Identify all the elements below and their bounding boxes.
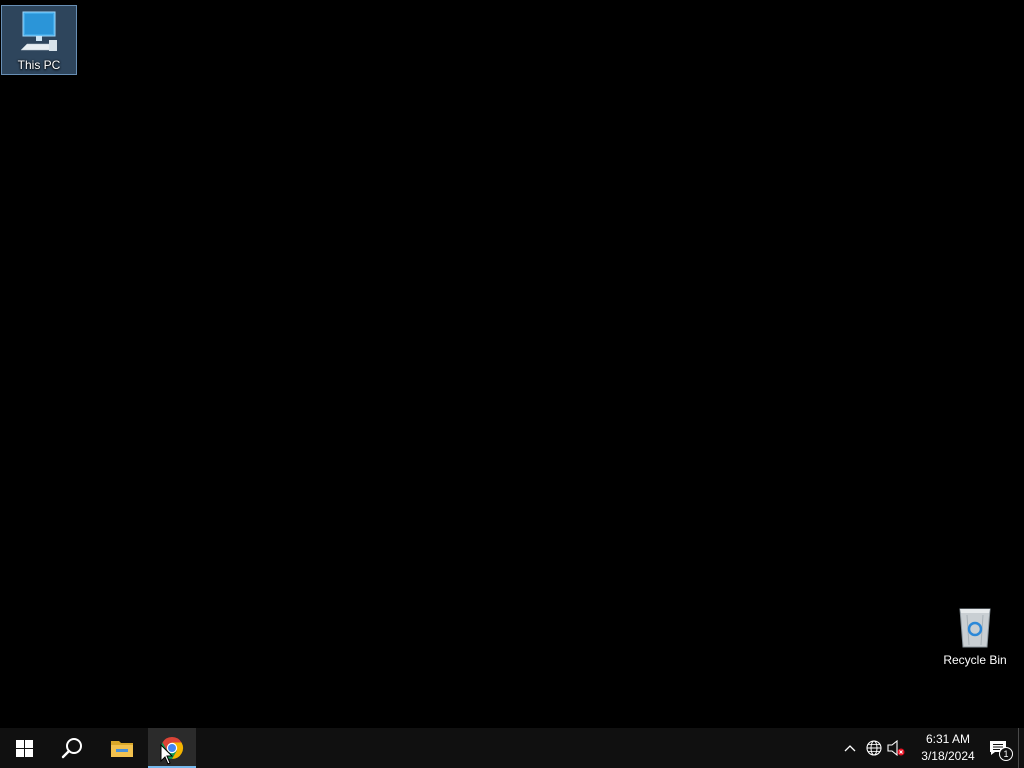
computer-icon bbox=[20, 11, 57, 51]
chevron-up-icon bbox=[844, 745, 856, 752]
clock-time: 6:31 AM bbox=[925, 732, 971, 746]
desktop-icon-label: This PC bbox=[17, 58, 61, 72]
desktop-icon-label: Recycle Bin bbox=[943, 653, 1007, 667]
folder-icon bbox=[111, 741, 133, 757]
start-button[interactable] bbox=[0, 728, 48, 768]
network-button[interactable] bbox=[862, 728, 886, 768]
windows-logo-icon bbox=[15, 739, 33, 757]
search-icon bbox=[61, 738, 82, 759]
volume-muted-icon bbox=[887, 740, 905, 756]
clock[interactable]: 6:31 AM 3/18/2024 bbox=[908, 728, 988, 768]
search-button[interactable] bbox=[48, 728, 96, 768]
volume-button[interactable] bbox=[884, 728, 908, 768]
show-hidden-icons-button[interactable] bbox=[838, 728, 862, 768]
taskbar-file-explorer[interactable] bbox=[98, 728, 146, 768]
show-desktop-button[interactable] bbox=[1018, 728, 1024, 768]
recycle-bin-icon bbox=[959, 608, 991, 648]
desktop-icon-this-pc[interactable]: This PC bbox=[1, 5, 77, 75]
mouse-cursor-icon bbox=[160, 744, 174, 765]
taskbar: 6:31 AM 3/18/2024 1 bbox=[0, 728, 1024, 768]
action-center-button[interactable]: 1 bbox=[980, 728, 1016, 768]
notification-count-badge: 1 bbox=[999, 747, 1013, 761]
desktop[interactable]: This PC Recycle Bin bbox=[0, 0, 1024, 728]
clock-date: 3/18/2024 bbox=[921, 749, 975, 763]
desktop-icon-recycle-bin[interactable]: Recycle Bin bbox=[936, 600, 1014, 670]
globe-network-icon bbox=[866, 740, 882, 756]
